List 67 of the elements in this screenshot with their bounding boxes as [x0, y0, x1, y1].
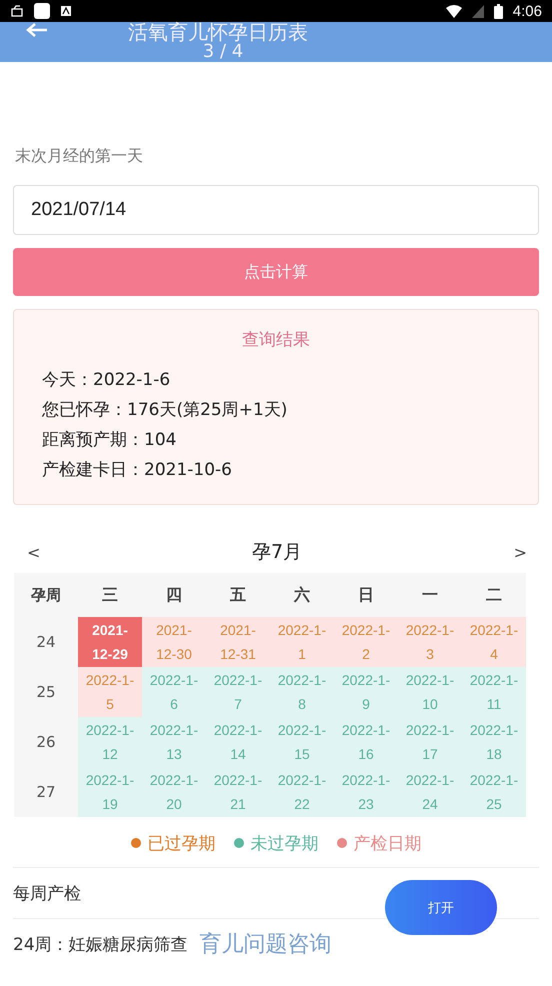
week-number: 24 — [35, 632, 57, 653]
date-cell[interactable]: 2022-1-13 — [142, 717, 206, 767]
date-cell[interactable]: 2022-1-1 — [270, 617, 334, 667]
week-number: 26 — [35, 732, 57, 753]
open-button[interactable]: 打开 — [385, 880, 497, 935]
date-cell[interactable]: 2022-1-7 — [206, 667, 270, 717]
result-line: 今天：2022-1-6 — [42, 369, 172, 392]
column-header: 孕周 — [30, 584, 62, 606]
back-arrow-icon[interactable] — [26, 22, 48, 38]
wifi-icon — [446, 4, 462, 18]
checkup-item: 24周：妊娠糖尿病筛查 — [13, 934, 188, 956]
column-header: 四 — [165, 584, 183, 606]
legend-label: 已过孕期 — [148, 832, 216, 854]
month-title: 孕7月 — [252, 540, 302, 565]
date-cell[interactable]: 2022-1-4 — [462, 617, 526, 667]
date-input-field[interactable]: 2021/07/14 — [13, 185, 539, 235]
date-cell[interactable]: 2022-1-9 — [334, 667, 398, 717]
date-cell[interactable]: 2022-1-10 — [398, 667, 462, 717]
date-cell[interactable]: 2022-1-21 — [206, 767, 270, 817]
app-title: 活氧育儿怀孕日历表 — [128, 22, 308, 42]
legend-label: 产检日期 — [354, 832, 422, 854]
date-cell[interactable]: 2022-1-11 — [462, 667, 526, 717]
date-cell[interactable]: 2022-1-2 — [334, 617, 398, 667]
consult-link[interactable]: 育儿问题咨询 — [200, 929, 332, 959]
date-cell[interactable]: 2022-1-19 — [78, 767, 142, 817]
column-header: 二 — [485, 584, 503, 606]
date-cell[interactable]: 2022-1-6 — [142, 667, 206, 717]
section-title: 每周产检 — [13, 882, 81, 904]
date-cell[interactable]: 2022-1-22 — [270, 767, 334, 817]
result-line: 距离预产期：104 — [42, 429, 178, 452]
app-icon — [34, 3, 50, 19]
page-indicator: 3 / 4 — [202, 42, 244, 62]
date-cell[interactable]: 2022-1-12 — [78, 717, 142, 767]
result-line: 产检建卡日：2021-10-6 — [42, 459, 233, 482]
battery-icon — [494, 4, 503, 18]
date-cell[interactable]: 2022-1-25 — [462, 767, 526, 817]
result-title: 查询结果 — [241, 329, 311, 351]
date-cell[interactable]: 2022-1-23 — [334, 767, 398, 817]
date-cell[interactable]: 2022-1-3 — [398, 617, 462, 667]
date-cell[interactable]: 2021-12-30 — [142, 617, 206, 667]
date-cell[interactable]: 2022-1-17 — [398, 717, 462, 767]
status-time: 4:06 — [512, 2, 542, 20]
column-header: 六 — [292, 584, 311, 606]
date-cell[interactable]: 2022-1-14 — [206, 717, 270, 767]
calculate-button[interactable]: 点击计算 — [13, 248, 539, 296]
date-cell[interactable]: 2022-1-8 — [270, 667, 334, 717]
date-cell[interactable]: 2022-1-15 — [270, 717, 334, 767]
column-header: 五 — [229, 584, 247, 606]
result-line: 您已怀孕：176天(第25周+1天) — [42, 399, 288, 422]
previous-button[interactable]: < — [27, 542, 40, 562]
column-header: 日 — [357, 584, 375, 606]
week-number: 25 — [35, 682, 57, 703]
date-cell[interactable]: 2021-12-29 — [78, 617, 142, 667]
signal-icon — [472, 4, 484, 18]
date-cell[interactable]: 2021-12-31 — [206, 617, 270, 667]
date-cell[interactable]: 2022-1-5 — [78, 667, 142, 717]
column-header: 一 — [421, 584, 439, 606]
notification-icon — [10, 4, 24, 18]
date-cell[interactable]: 2022-1-24 — [398, 767, 462, 817]
next-button[interactable]: > — [514, 542, 527, 562]
legend-label: 未过孕期 — [250, 832, 318, 854]
date-cell[interactable]: 2022-1-16 — [334, 717, 398, 767]
field-label: 末次月经的第一天 — [15, 146, 144, 167]
date-cell[interactable]: 2022-1-18 — [462, 717, 526, 767]
week-number: 27 — [35, 782, 57, 803]
date-cell[interactable]: 2022-1-20 — [142, 767, 206, 817]
column-header: 三 — [101, 584, 119, 606]
